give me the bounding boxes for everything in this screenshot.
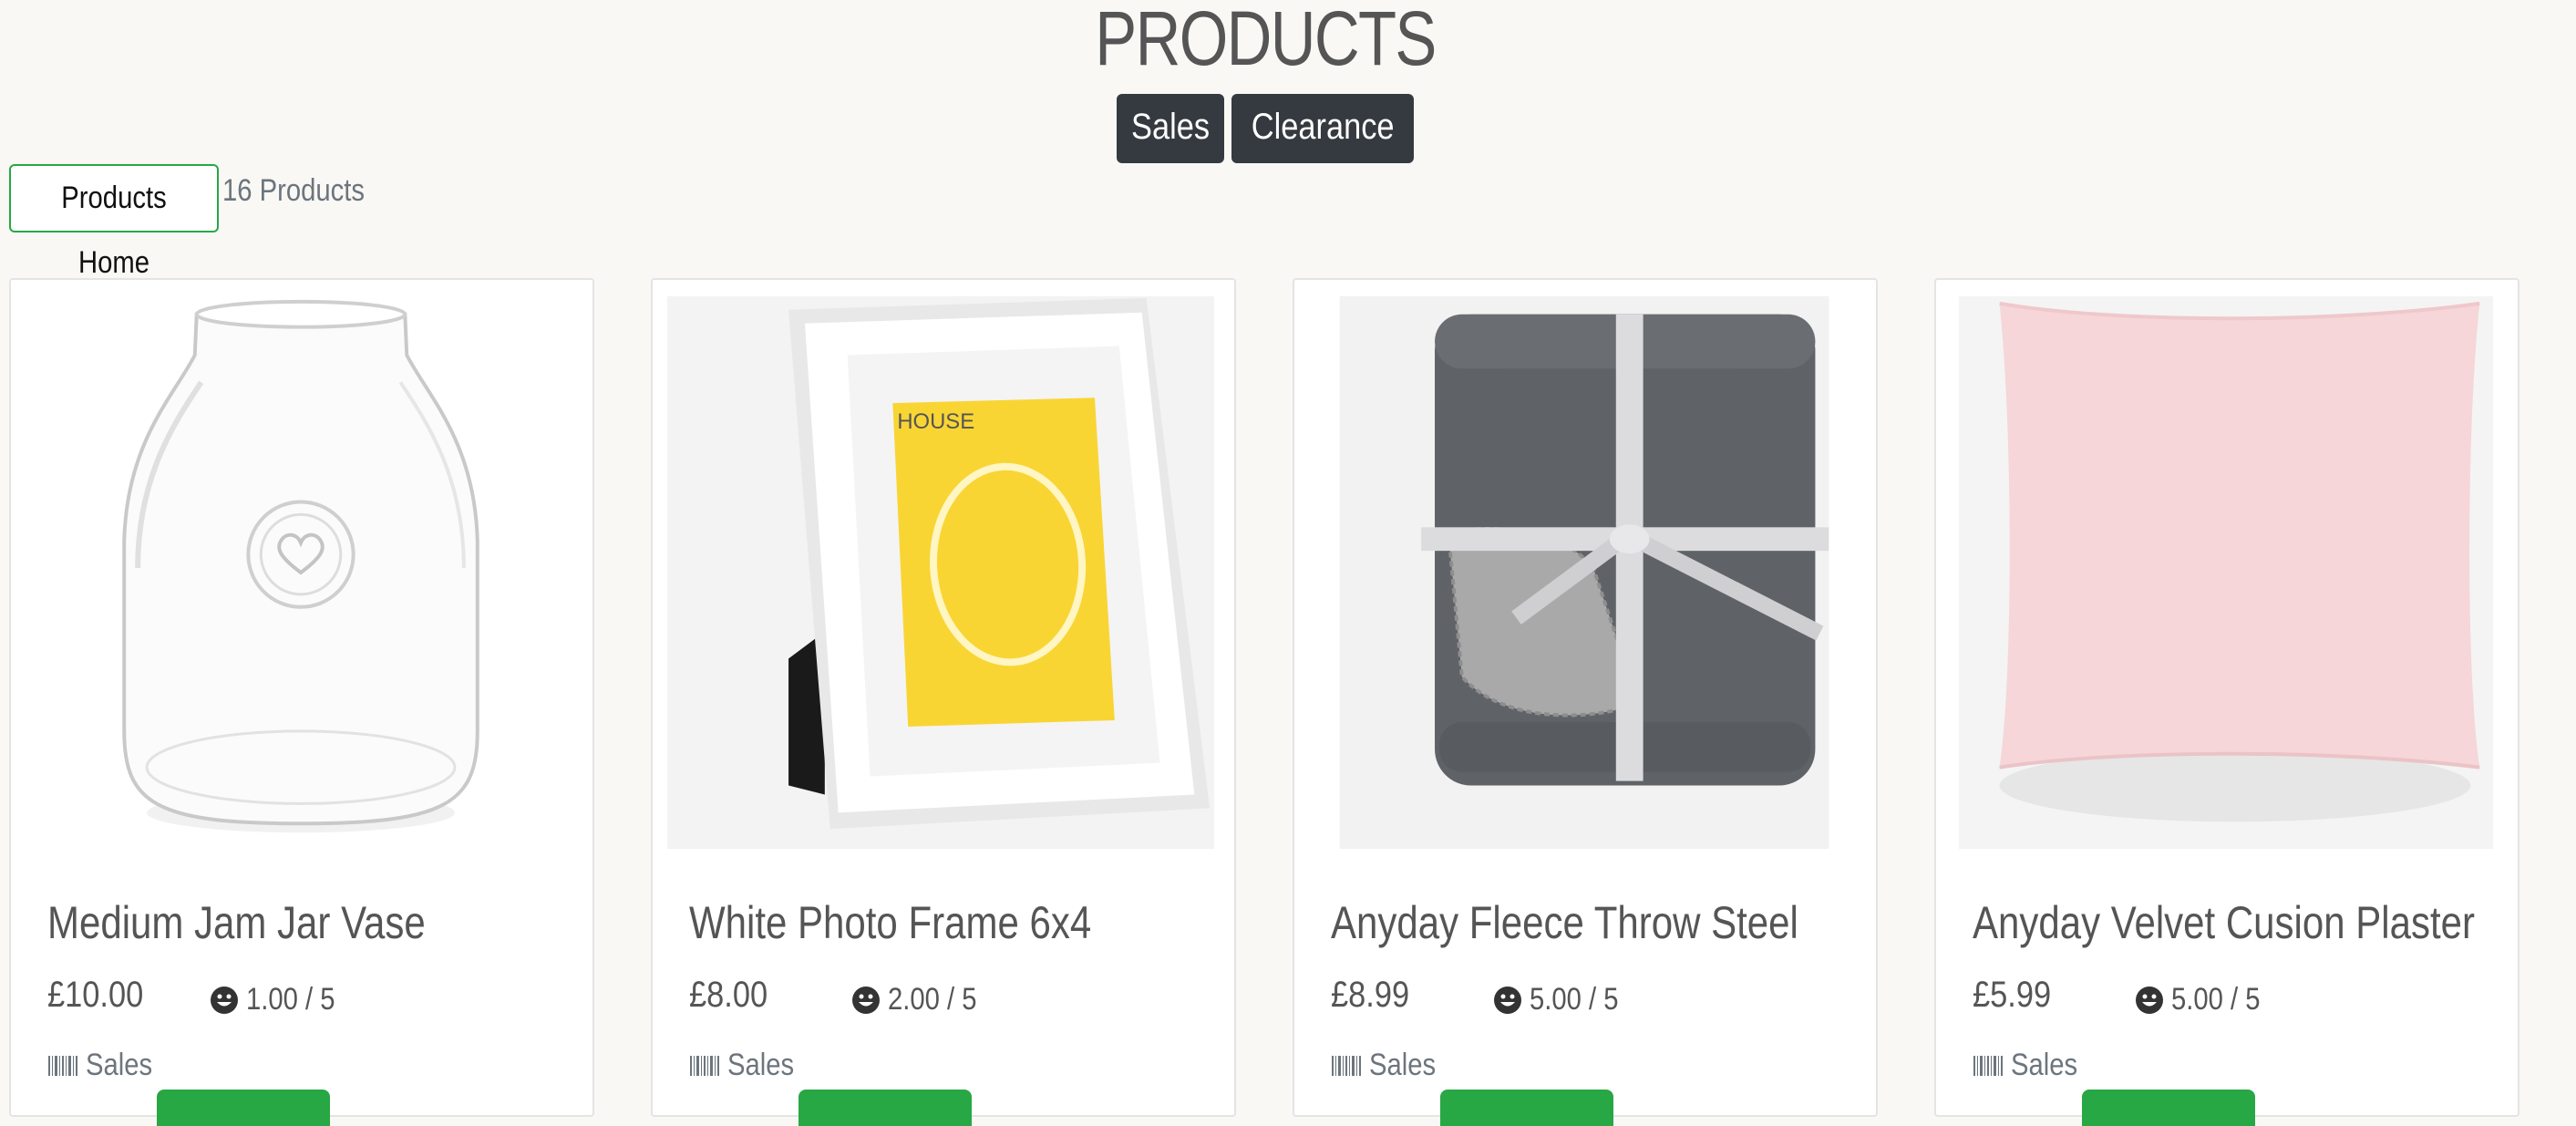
product-card[interactable]: Medium Jam Jar Vase £10.00 1.00 / 5 Sale… [9,278,594,1126]
smile-icon [211,986,238,1014]
smile-icon [1494,986,1521,1014]
product-name[interactable]: White Photo Frame 6x4 [689,896,1091,949]
barcode-icon [48,1055,77,1076]
product-image-cushion [1958,295,2494,850]
product-category[interactable]: Sales [47,1048,163,1083]
category-button-sales[interactable]: Sales [1116,94,1224,163]
category-label: Sales [1369,1048,1437,1082]
product-price: £8.00 [689,975,768,1015]
page-title: PRODUCTS [1095,0,1437,81]
smile-icon [852,986,880,1014]
barcode-icon [1973,1055,2003,1076]
product-count: 16 Products [222,173,366,208]
product-details-button[interactable] [799,1090,972,1126]
product-card[interactable]: Anyday Velvet Cusion Plaster £5.99 5.00 … [1934,278,2519,1126]
product-name[interactable]: Medium Jam Jar Vase [47,896,426,949]
smile-icon [2136,986,2163,1014]
category-label: Sales [86,1048,153,1082]
category-button-label: Sales [1130,107,1210,147]
product-details-button[interactable] [2082,1090,2255,1126]
product-details-button[interactable] [1440,1090,1613,1126]
rating-value: 5.00 / 5 [1530,982,1619,1017]
product-rating: 2.00 / 5 [851,982,991,1018]
product-category[interactable]: Sales [689,1048,805,1083]
category-button-clearance[interactable]: Clearance [1231,94,1415,163]
category-label: Sales [727,1048,795,1082]
rating-value: 1.00 / 5 [246,982,335,1017]
product-name[interactable]: Anyday Velvet Cusion Plaster [1973,896,2475,949]
product-price: £5.99 [1973,975,2052,1015]
product-rating: 1.00 / 5 [210,982,349,1018]
products-home-label: Products Home [61,181,167,280]
product-image-photo-frame: HOUSE [666,295,1215,850]
product-price: £10.00 [47,975,144,1015]
product-image-vase [11,295,592,850]
product-rating: 5.00 / 5 [1493,982,1633,1018]
product-card[interactable]: Anyday Fleece Throw Steel £8.99 5.00 / 5… [1293,278,1878,1126]
product-image-fleece-throw [1339,295,1829,850]
product-card[interactable]: HOUSE White Photo Frame 6x4 £8.00 2.00 /… [651,278,1236,1126]
rating-value: 2.00 / 5 [888,982,977,1017]
category-nav: Sales Clearance [0,94,2530,163]
category-label: Sales [2011,1048,2078,1082]
product-rating: 5.00 / 5 [2135,982,2274,1018]
product-details-button[interactable] [157,1090,330,1126]
product-category[interactable]: Sales [1973,1048,2088,1083]
rating-value: 5.00 / 5 [2171,982,2261,1017]
products-home-button[interactable]: Products Home [9,164,219,280]
frame-brand-text: HOUSE [897,409,974,434]
product-name[interactable]: Anyday Fleece Throw Steel [1331,896,1798,949]
category-button-label: Clearance [1251,107,1395,147]
barcode-icon [1332,1055,1361,1076]
barcode-icon [690,1055,719,1076]
product-price: £8.99 [1331,975,1410,1015]
product-category[interactable]: Sales [1331,1048,1447,1083]
